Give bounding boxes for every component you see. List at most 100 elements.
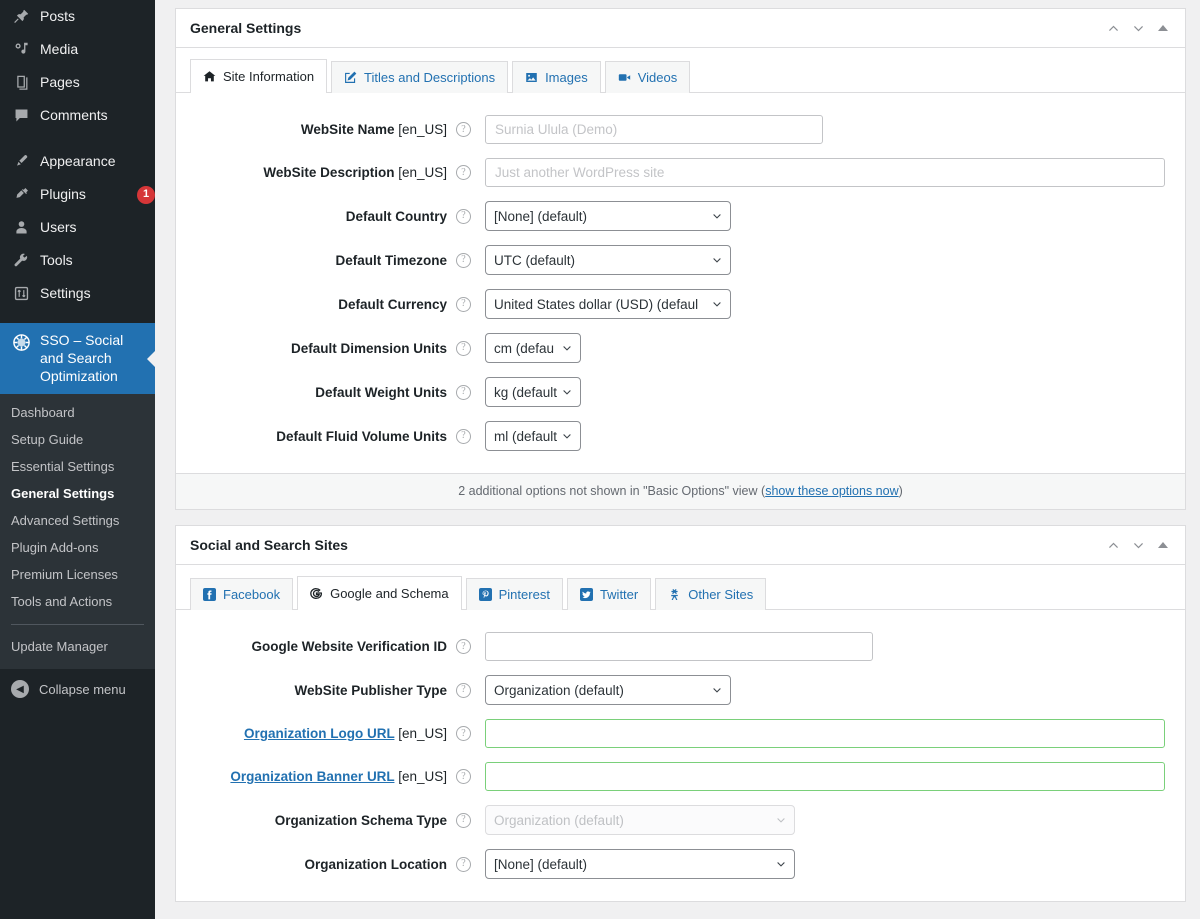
sidebar-item-label: Appearance — [40, 153, 155, 170]
tab-label: Pinterest — [499, 587, 550, 602]
help-icon[interactable]: ? — [456, 253, 471, 268]
submenu-item-general-settings[interactable]: General Settings — [0, 481, 155, 508]
help-icon[interactable]: ? — [456, 813, 471, 828]
sidebar-item-tools[interactable]: Tools — [0, 244, 155, 277]
default-fluid-volume-units-select[interactable]: ml (default — [485, 421, 581, 451]
chevron-down-icon — [711, 210, 723, 222]
website-publisher-type-select[interactable]: Organization (default) — [485, 675, 731, 705]
organization-location-select[interactable]: [None] (default) — [485, 849, 795, 879]
chevron-down-icon[interactable] — [1130, 537, 1146, 553]
triangle-up-icon[interactable] — [1155, 20, 1171, 36]
sidebar-item-users[interactable]: Users — [0, 211, 155, 244]
chevron-down-icon[interactable] — [1130, 20, 1146, 36]
help-icon[interactable]: ? — [456, 726, 471, 741]
help-icon[interactable]: ? — [456, 857, 471, 872]
submenu-item-advanced-settings[interactable]: Advanced Settings — [0, 508, 155, 535]
field-row-default-currency: Default Currency ? United States dollar … — [176, 289, 1165, 319]
social-sites-tabs: Facebook Google and Schema Pinterest — [176, 565, 1185, 610]
default-dimension-units-select[interactable]: cm (defau — [485, 333, 581, 363]
chevron-up-icon[interactable] — [1105, 537, 1121, 553]
help-icon[interactable]: ? — [456, 639, 471, 654]
submenu-divider — [11, 624, 144, 625]
sso-submenu: Dashboard Setup Guide Essential Settings… — [0, 394, 155, 669]
sidebar-item-plugins[interactable]: Plugins 1 — [0, 178, 155, 211]
google-verification-id-input[interactable] — [485, 632, 873, 661]
wrench-icon — [11, 251, 31, 271]
website-description-input[interactable] — [485, 158, 1165, 187]
default-country-select[interactable]: [None] (default) — [485, 201, 731, 231]
help-icon[interactable]: ? — [456, 341, 471, 356]
field-row-default-timezone: Default Timezone ? UTC (default) — [176, 245, 1165, 275]
submenu-item-dashboard[interactable]: Dashboard — [0, 400, 155, 427]
sidebar-item-media[interactable]: Media — [0, 33, 155, 66]
sidebar-item-comments[interactable]: Comments — [0, 99, 155, 132]
organization-banner-url-link[interactable]: Organization Banner URL — [230, 769, 394, 784]
default-currency-label: Default Currency — [176, 297, 456, 312]
tab-images[interactable]: Images — [512, 61, 601, 93]
sidebar-item-posts[interactable]: Posts — [0, 0, 155, 33]
collapse-menu-button[interactable]: ◀ Collapse menu — [0, 672, 155, 706]
field-row-default-fluid-volume-units: Default Fluid Volume Units ? ml (default — [176, 421, 1165, 451]
sidebar-item-label: Users — [40, 219, 155, 236]
submenu-item-essential-settings[interactable]: Essential Settings — [0, 454, 155, 481]
help-icon[interactable]: ? — [456, 297, 471, 312]
sidebar-item-label: Media — [40, 41, 155, 58]
organization-banner-url-label: Organization Banner URL [en_US] — [176, 769, 456, 784]
sidebar-item-label: Comments — [40, 107, 155, 124]
organization-banner-url-input[interactable] — [485, 762, 1165, 791]
select-value: Organization (default) — [494, 813, 624, 828]
help-icon[interactable]: ? — [456, 769, 471, 784]
organization-logo-url-input[interactable] — [485, 719, 1165, 748]
default-weight-units-select[interactable]: kg (default — [485, 377, 581, 407]
plug-icon — [11, 185, 31, 205]
field-row-organization-banner-url: Organization Banner URL [en_US] ? — [176, 762, 1165, 791]
help-icon[interactable]: ? — [456, 122, 471, 137]
help-icon[interactable]: ? — [456, 429, 471, 444]
tab-other-sites[interactable]: Other Sites — [655, 578, 766, 610]
sidebar-item-pages[interactable]: Pages — [0, 66, 155, 99]
site-information-form: WebSite Name [en_US] ? WebSite Descripti… — [176, 93, 1185, 473]
chevron-up-icon[interactable] — [1105, 20, 1121, 36]
admin-sidebar: Posts Media Pages Comments Appeara — [0, 0, 155, 919]
submenu-item-setup-guide[interactable]: Setup Guide — [0, 427, 155, 454]
tab-pinterest[interactable]: Pinterest — [466, 578, 563, 610]
triangle-up-icon[interactable] — [1155, 537, 1171, 553]
help-icon[interactable]: ? — [456, 683, 471, 698]
tab-facebook[interactable]: Facebook — [190, 578, 293, 610]
tab-site-information[interactable]: Site Information — [190, 59, 327, 93]
tab-google-and-schema[interactable]: Google and Schema — [297, 576, 462, 610]
submenu-item-tools-and-actions[interactable]: Tools and Actions — [0, 589, 155, 616]
tab-label: Images — [545, 70, 588, 85]
help-icon[interactable]: ? — [456, 209, 471, 224]
sidebar-item-label: Settings — [40, 285, 155, 302]
website-name-label: WebSite Name [en_US] — [176, 122, 456, 137]
sidebar-item-appearance[interactable]: Appearance — [0, 145, 155, 178]
tab-videos[interactable]: Videos — [605, 61, 691, 93]
submenu-item-plugin-add-ons[interactable]: Plugin Add-ons — [0, 535, 155, 562]
media-icon — [11, 40, 31, 60]
organization-logo-url-link[interactable]: Organization Logo URL — [244, 726, 395, 741]
sidebar-item-settings[interactable]: Settings — [0, 277, 155, 310]
select-value: UTC (default) — [494, 253, 575, 268]
panel-controls — [1105, 537, 1171, 553]
website-description-label: WebSite Description [en_US] — [176, 165, 456, 180]
help-icon[interactable]: ? — [456, 165, 471, 180]
field-row-organization-location: Organization Location ? [None] (default) — [176, 849, 1165, 879]
pinterest-icon — [479, 588, 492, 601]
show-these-options-link[interactable]: show these options now — [765, 484, 898, 498]
tab-twitter[interactable]: Twitter — [567, 578, 651, 610]
additional-options-note: 2 additional options not shown in "Basic… — [176, 473, 1185, 509]
select-value: [None] (default) — [494, 209, 587, 224]
organization-schema-type-select: Organization (default) — [485, 805, 795, 835]
default-timezone-select[interactable]: UTC (default) — [485, 245, 731, 275]
help-icon[interactable]: ? — [456, 385, 471, 400]
sidebar-item-sso[interactable]: SSO – Social and Search Optimization — [0, 323, 155, 394]
field-row-google-verification-id: Google Website Verification ID ? — [176, 632, 1165, 661]
submenu-item-premium-licenses[interactable]: Premium Licenses — [0, 562, 155, 589]
default-currency-select[interactable]: United States dollar (USD) (defaul — [485, 289, 731, 319]
tab-titles-and-descriptions[interactable]: Titles and Descriptions — [331, 61, 508, 93]
page-title: General Settings — [190, 20, 1105, 36]
submenu-item-update-manager[interactable]: Update Manager — [0, 634, 155, 661]
additional-options-text: 2 additional options not shown in "Basic… — [458, 484, 765, 498]
website-name-input[interactable] — [485, 115, 823, 144]
